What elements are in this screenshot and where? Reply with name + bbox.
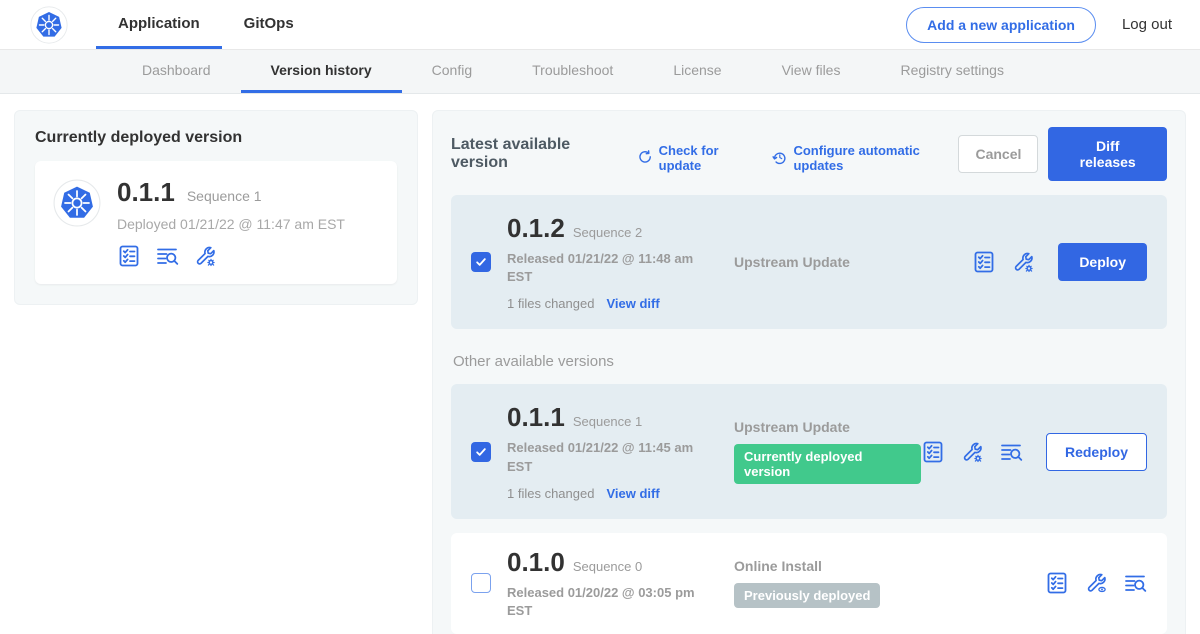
- view-config-icon[interactable]: [1084, 571, 1108, 595]
- version-row-0-1-1: 0.1.1 Sequence 1 Released 01/21/22 @ 11:…: [451, 384, 1167, 518]
- currently-deployed-panel: Currently deployed version 0.1: [14, 110, 418, 305]
- version-checkbox[interactable]: [471, 252, 491, 272]
- add-application-button[interactable]: Add a new application: [906, 7, 1096, 43]
- released-timestamp: Released 01/21/22 @ 11:48 am EST: [507, 250, 695, 286]
- sub-nav: Dashboard Version history Config Trouble…: [0, 50, 1200, 94]
- checkbox-check-icon: [474, 445, 488, 459]
- subnav-license[interactable]: License: [643, 50, 751, 93]
- currently-deployed-badge: Currently deployed version: [734, 444, 921, 484]
- deploy-logs-icon[interactable]: [155, 244, 179, 268]
- tab-gitops-label: GitOps: [244, 15, 294, 32]
- version-source: Online Install: [734, 558, 880, 574]
- edit-config-icon[interactable]: [193, 244, 217, 268]
- version-checkbox[interactable]: [471, 573, 491, 593]
- preflight-checks-icon[interactable]: [972, 250, 996, 274]
- other-versions-label: Other available versions: [453, 353, 1167, 370]
- deployed-timestamp: Deployed 01/21/22 @ 11:47 am EST: [117, 216, 345, 232]
- diff-releases-button[interactable]: Diff releases: [1048, 127, 1167, 181]
- cancel-button[interactable]: Cancel: [958, 135, 1038, 173]
- view-diff-link[interactable]: View diff: [606, 296, 659, 311]
- panel-header: Latest available version Check for updat…: [451, 127, 1167, 181]
- version-source: Upstream Update: [734, 254, 850, 270]
- app-logo-icon: [53, 179, 101, 227]
- sequence-label: Sequence 0: [573, 559, 642, 574]
- preflight-checks-icon[interactable]: [1045, 571, 1069, 595]
- deploy-logs-icon[interactable]: [1123, 571, 1147, 595]
- latest-version-title: Latest available version: [451, 136, 617, 172]
- deployed-version-card: 0.1.1 Sequence 1 Deployed 01/21/22 @ 11:…: [35, 161, 397, 284]
- preflight-checks-icon[interactable]: [117, 244, 141, 268]
- subnav-view-files[interactable]: View files: [752, 50, 871, 93]
- version-number: 0.1.0: [507, 547, 565, 578]
- version-number: 0.1.1: [507, 402, 565, 433]
- sequence-label: Sequence 1: [573, 414, 642, 429]
- released-timestamp: Released 01/21/22 @ 11:45 am EST: [507, 439, 695, 475]
- redeploy-button[interactable]: Redeploy: [1046, 433, 1147, 471]
- deploy-button[interactable]: Deploy: [1058, 243, 1147, 281]
- topnav-spacer: [316, 0, 906, 49]
- sequence-label: Sequence 2: [573, 225, 642, 240]
- version-number: 0.1.2: [507, 213, 565, 244]
- files-changed-label: 1 files changed: [507, 296, 594, 311]
- view-diff-link[interactable]: View diff: [606, 486, 659, 501]
- edit-config-icon[interactable]: [960, 440, 984, 464]
- files-changed-label: 1 files changed: [507, 486, 594, 501]
- released-timestamp: Released 01/20/22 @ 03:05 pm EST: [507, 584, 695, 620]
- version-row-0-1-2: 0.1.2 Sequence 2 Released 01/21/22 @ 11:…: [451, 195, 1167, 329]
- checkbox-check-icon: [474, 255, 488, 269]
- subnav-config[interactable]: Config: [402, 50, 502, 93]
- auto-updates-icon: [772, 149, 788, 166]
- deployed-version-number: 0.1.1: [117, 177, 175, 208]
- subnav-registry-settings[interactable]: Registry settings: [870, 50, 1033, 93]
- edit-config-icon[interactable]: [1011, 250, 1035, 274]
- version-row-0-1-0: 0.1.0 Sequence 0 Released 01/20/22 @ 03:…: [451, 533, 1167, 634]
- preflight-checks-icon[interactable]: [921, 440, 945, 464]
- deployed-sequence-label: Sequence 1: [187, 188, 262, 204]
- main-content: Currently deployed version 0.1: [0, 94, 1200, 634]
- tab-gitops[interactable]: GitOps: [222, 0, 316, 49]
- kubernetes-logo-icon: [30, 6, 68, 44]
- check-for-update-link[interactable]: Check for update: [637, 143, 756, 173]
- logout-button[interactable]: Log out: [1122, 16, 1172, 33]
- check-update-icon: [637, 149, 653, 166]
- tab-application[interactable]: Application: [96, 0, 222, 49]
- subnav-version-history[interactable]: Version history: [241, 50, 402, 93]
- previously-deployed-badge: Previously deployed: [734, 583, 880, 608]
- version-history-panel: Latest available version Check for updat…: [432, 110, 1186, 634]
- version-source: Upstream Update: [734, 419, 921, 435]
- configure-updates-link[interactable]: Configure automatic updates: [772, 143, 959, 173]
- top-nav: Application GitOps Add a new application…: [0, 0, 1200, 50]
- deployed-panel-title: Currently deployed version: [35, 129, 397, 147]
- subnav-dashboard[interactable]: Dashboard: [112, 50, 241, 93]
- deploy-logs-icon[interactable]: [999, 440, 1023, 464]
- version-checkbox[interactable]: [471, 442, 491, 462]
- tab-application-label: Application: [118, 15, 200, 32]
- subnav-troubleshoot[interactable]: Troubleshoot: [502, 50, 643, 93]
